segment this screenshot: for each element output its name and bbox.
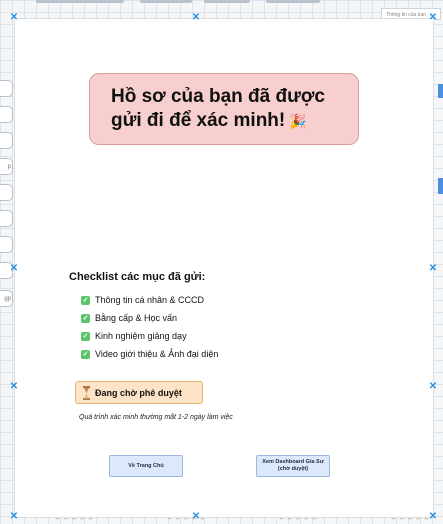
bg-scroll-bar — [438, 84, 443, 98]
resize-handle[interactable]: ✕ — [9, 264, 19, 274]
list-item: ✓ Thông tin cá nhân & CCCD — [81, 291, 218, 309]
list-item-label: Bằng cấp & Học vấn — [95, 313, 178, 323]
checkmark-icon: ✓ — [81, 349, 90, 359]
hourglass-icon — [83, 385, 90, 400]
resize-handle[interactable]: ✕ — [428, 382, 438, 392]
list-item: ✓ Bằng cấp & Học vấn — [81, 309, 218, 327]
bg-field-pill: gp — [0, 290, 13, 307]
go-home-button[interactable]: Về Trang Chủ — [109, 455, 183, 477]
bg-field-pill — [0, 80, 13, 97]
bg-field-pill — [0, 106, 13, 123]
submitted-items-list: ✓ Thông tin cá nhân & CCCD ✓ Bằng cấp & Họ… — [81, 291, 218, 363]
bg-tab — [140, 0, 192, 3]
list-item-label: Thông tin cá nhân & CCCD — [95, 295, 205, 305]
resize-handle[interactable]: ✕ — [428, 264, 438, 274]
success-message: Hồ sơ của bạn đã được gửi đi để xác minh… — [105, 85, 343, 133]
bg-field-pill — [0, 210, 13, 227]
status-badge: Đang chờ phê duyệt — [75, 381, 203, 404]
list-item-label: Kinh nghiệm giảng dạy — [95, 331, 187, 341]
party-popper-icon: 🎉 — [289, 113, 307, 129]
resize-handle[interactable]: ✕ — [9, 13, 19, 23]
checkmark-icon: ✓ — [81, 331, 90, 341]
checkmark-icon: ✓ — [81, 313, 90, 323]
checklist-title: Checklist các mục đã gửi: — [69, 271, 206, 283]
bg-field-pill — [0, 132, 13, 149]
resize-handle[interactable]: ✕ — [9, 512, 19, 522]
resize-handle[interactable]: ✕ — [191, 13, 201, 23]
resize-handle[interactable]: ✕ — [9, 382, 19, 392]
view-dashboard-button[interactable]: Xem Dashboard Gia Sư (chờ duyệt) — [256, 455, 330, 477]
resize-handle[interactable]: ✕ — [428, 512, 438, 522]
verification-note: Quá trình xác minh thường mất 1-2 ngày l… — [79, 414, 233, 421]
bg-field-pill — [0, 184, 13, 201]
bg-tab — [204, 0, 250, 3]
bg-scroll-bar — [438, 178, 443, 194]
bg-field-pill: p — [0, 158, 13, 175]
status-label: Đang chờ phê duyệt — [95, 387, 182, 398]
bg-tab — [36, 0, 124, 3]
success-banner: Hồ sơ của bạn đã được gửi đi để xác minh… — [89, 73, 359, 145]
list-item: ✓ Video giới thiệu & Ảnh đại diện — [81, 345, 218, 363]
view-dashboard-sublabel: (chờ duyệt) — [277, 466, 309, 472]
resize-handle[interactable]: ✕ — [191, 512, 201, 522]
bg-field-pill — [0, 236, 13, 253]
view-dashboard-label: Xem Dashboard Gia Sư — [262, 459, 324, 465]
resize-handle[interactable]: ✕ — [428, 13, 438, 23]
submission-confirmation-card: Hồ sơ của bạn đã được gửi đi để xác minh… — [14, 18, 434, 518]
checkmark-icon: ✓ — [81, 295, 90, 305]
list-item-label: Video giới thiệu & Ảnh đại diện — [95, 349, 219, 359]
list-item: ✓ Kinh nghiệm giảng dạy — [81, 327, 218, 345]
go-home-button-label: Về Trang Chủ — [128, 462, 164, 469]
bg-tab — [266, 0, 320, 3]
